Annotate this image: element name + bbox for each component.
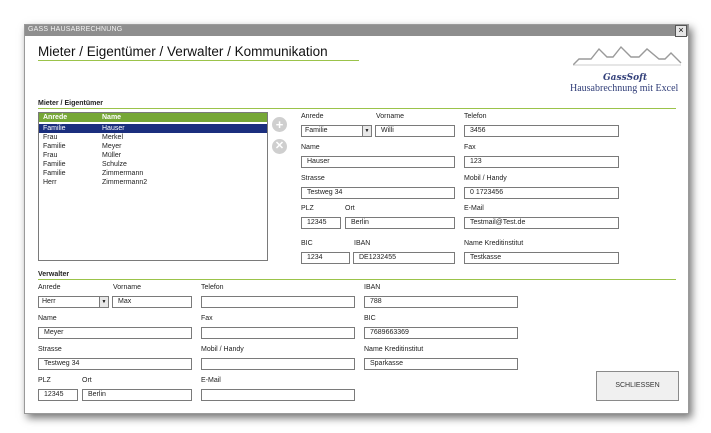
manager-email-label: E-Mail (201, 377, 221, 384)
tenant-list-header: Anrede Name (39, 113, 267, 122)
tenant-name: Meyer (102, 143, 122, 150)
tenant-anrede-label: Anrede (301, 113, 324, 120)
manager-email-input[interactable] (201, 389, 355, 401)
tenant-row[interactable]: Herr Zimmermann2 (39, 178, 267, 187)
manager-iban-label: IBAN (364, 284, 381, 291)
tenant-iban-input[interactable]: DE1232455 (353, 252, 455, 264)
plus-circle-icon: + (275, 117, 284, 132)
tenant-fax-label: Fax (464, 144, 476, 151)
tenant-name: Zimmermann (102, 170, 144, 177)
tenant-row[interactable]: Frau Merkel (39, 133, 267, 142)
tenant-anrede: Familie (43, 125, 66, 132)
tenant-row[interactable]: Familie Zimmermann (39, 169, 267, 178)
tenant-name: Zimmermann2 (102, 179, 148, 186)
title-bar: GASS HAUSABRECHNUNG × (25, 25, 688, 37)
tenant-name: Hauser (102, 125, 125, 132)
tenant-email-label: E-Mail (464, 205, 484, 212)
app-window: GASS HAUSABRECHNUNG × Mieter / Eigentüme… (24, 24, 689, 414)
add-tenant-button[interactable]: + (272, 117, 287, 132)
close-button[interactable]: SCHLIESSEN (596, 371, 679, 401)
tenant-anrede: Frau (43, 152, 58, 159)
tenant-anrede: Herr (43, 179, 57, 186)
tenant-vorname-label: Vorname (376, 113, 405, 120)
tenant-plz-input[interactable]: 12345 (301, 217, 341, 229)
tenant-name-label: Name (301, 144, 320, 151)
x-circle-icon: ✕ (274, 140, 285, 152)
manager-vorname-input[interactable]: Max (112, 296, 192, 308)
tenant-ort-label: Ort (345, 205, 355, 212)
tenants-section-title: Mieter / Eigentümer (38, 100, 103, 107)
chevron-down-icon[interactable]: ▼ (362, 126, 371, 136)
tenant-bank-input[interactable]: Testkasse (464, 252, 619, 264)
manager-fax-input[interactable] (201, 327, 355, 339)
tenant-bic-label: BIC (301, 240, 313, 247)
manager-fax-label: Fax (201, 315, 213, 322)
tenant-name: Müller (102, 152, 122, 159)
manager-plz-label: PLZ (38, 377, 51, 384)
tenant-vorname-input[interactable]: Willi (375, 125, 455, 137)
column-header-anrede[interactable]: Anrede (43, 113, 67, 122)
manager-ort-label: Ort (82, 377, 92, 384)
tenant-name: Merkel (102, 134, 124, 141)
manager-mobil-input[interactable] (201, 358, 355, 370)
title-underline (38, 60, 359, 61)
manager-bank-input[interactable]: Sparkasse (364, 358, 518, 370)
window-title: GASS HAUSABRECHNUNG (28, 26, 123, 33)
manager-section-title: Verwalter (38, 271, 70, 278)
tenant-anrede: Frau (43, 134, 58, 141)
manager-divider (38, 279, 676, 280)
manager-telefon-label: Telefon (201, 284, 224, 291)
logo-tagline: Hausabrechnung mit Excel (570, 83, 679, 94)
tenant-anrede: Familie (43, 161, 66, 168)
tenant-row[interactable]: Familie Meyer (39, 142, 267, 151)
manager-vorname-label: Vorname (113, 284, 142, 291)
manager-bank-label: Name Kreditinstitut (364, 346, 424, 353)
tenant-mobil-label: Mobil / Handy (464, 175, 507, 182)
manager-name-label: Name (38, 315, 57, 322)
tenant-email-input[interactable]: Testmail@Test.de (464, 217, 619, 229)
tenant-row[interactable]: Familie Hauser (39, 124, 267, 133)
manager-telefon-input[interactable] (201, 296, 355, 308)
tenant-mobil-input[interactable]: 0 1723456 (464, 187, 619, 199)
manager-bic-label: BIC (364, 315, 376, 322)
tenant-bank-label: Name Kreditinstitut (464, 240, 524, 247)
page-title: Mieter / Eigentümer / Verwalter / Kommun… (38, 44, 328, 59)
manager-anrede-value: Herr (42, 298, 56, 305)
manager-mobil-label: Mobil / Handy (201, 346, 244, 353)
tenant-name-input[interactable]: Hauser (301, 156, 455, 168)
tenant-name: Schulze (102, 161, 127, 168)
tenant-strasse-label: Strasse (301, 175, 325, 182)
manager-anrede-label: Anrede (38, 284, 61, 291)
chevron-down-icon[interactable]: ▼ (99, 297, 108, 307)
tenant-anrede-select[interactable]: Familie ▼ (301, 125, 372, 137)
column-header-name[interactable]: Name (102, 113, 121, 122)
manager-plz-input[interactable]: 12345 (38, 389, 78, 401)
tenant-ort-input[interactable]: Berlin (345, 217, 455, 229)
tenant-iban-label: IBAN (354, 240, 371, 247)
manager-anrede-select[interactable]: Herr ▼ (38, 296, 109, 308)
tenant-bic-input[interactable]: 1234 (301, 252, 350, 264)
manager-name-input[interactable]: Meyer (38, 327, 192, 339)
tenant-strasse-input[interactable]: Testweg 34 (301, 187, 455, 199)
delete-tenant-button[interactable]: ✕ (272, 139, 287, 154)
manager-ort-input[interactable]: Berlin (82, 389, 192, 401)
manager-iban-input[interactable]: 788 (364, 296, 518, 308)
tenant-row[interactable]: Frau Müller (39, 151, 267, 160)
tenant-list[interactable]: Anrede Name Familie Hauser Frau Merkel F… (38, 112, 268, 261)
tenant-anrede-value: Familie (305, 127, 328, 134)
window-close-button[interactable]: × (675, 25, 687, 37)
tenant-fax-input[interactable]: 123 (464, 156, 619, 168)
tenant-telefon-input[interactable]: 3456 (464, 125, 619, 137)
tenant-plz-label: PLZ (301, 205, 314, 212)
tenants-divider (38, 108, 676, 109)
manager-strasse-input[interactable]: Testweg 34 (38, 358, 192, 370)
tenant-telefon-label: Telefon (464, 113, 487, 120)
tenant-anrede: Familie (43, 143, 66, 150)
logo-brand: GassSoft (603, 73, 648, 83)
tenant-anrede: Familie (43, 170, 66, 177)
manager-bic-input[interactable]: 7689663369 (364, 327, 518, 339)
manager-strasse-label: Strasse (38, 346, 62, 353)
tenant-row[interactable]: Familie Schulze (39, 160, 267, 169)
